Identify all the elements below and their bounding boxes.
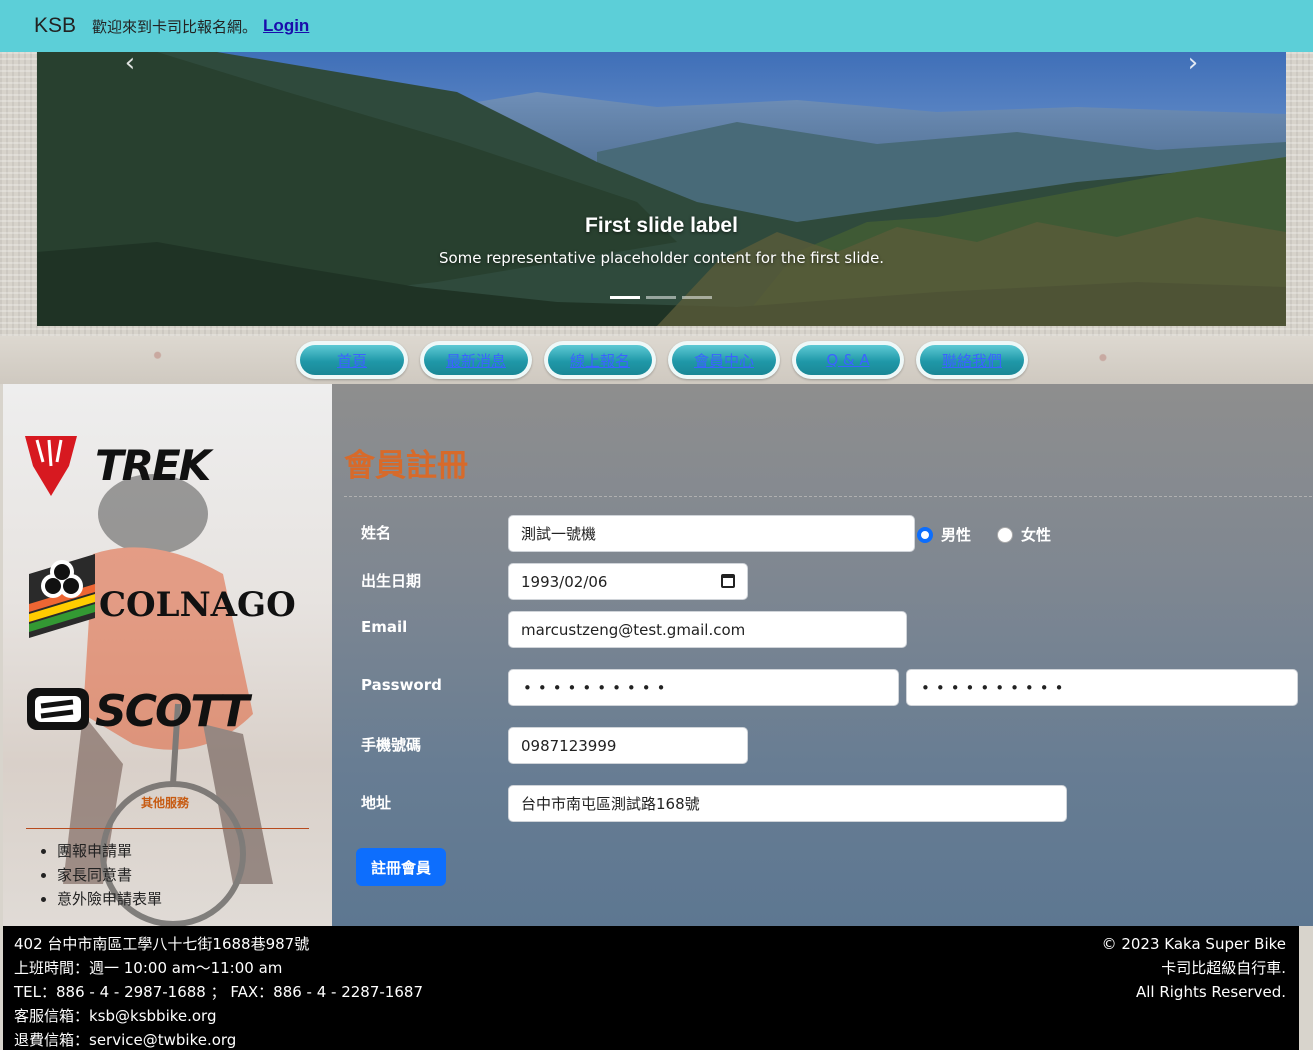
email-input[interactable]: marcustzeng@test.gmail.com (508, 611, 907, 648)
svg-text:COLNAGO: COLNAGO (99, 585, 296, 625)
menu-item-home[interactable]: 首頁 (296, 341, 408, 379)
gender-male-radio[interactable] (917, 526, 933, 543)
password-confirm-input[interactable]: •••••••••• (906, 669, 1298, 706)
other-service-link[interactable]: 家長同意書 (57, 864, 162, 888)
menu-label[interactable]: Q & A (826, 351, 869, 369)
menu-label[interactable]: 線上報名 (570, 350, 630, 371)
gender-male-label[interactable]: 男性 (941, 524, 971, 545)
footer-copyright: © 2023 Kaka Super Bike 卡司比超級自行車. All Rig… (1102, 932, 1286, 1004)
chevron-right-icon: › (1187, 52, 1199, 78)
phone-label: 手機號碼 (361, 736, 422, 754)
name-label: 姓名 (361, 524, 392, 542)
hero-carousel: ‹ › First slide label Some representativ… (37, 52, 1286, 326)
other-service-link[interactable]: 團報申請單 (57, 840, 162, 864)
other-services-list: 團報申請單 家長同意書 意外險申請表單 (57, 840, 162, 912)
gender-radio-group: 男性 女性 (917, 524, 1069, 545)
brand-logo[interactable]: KSB (34, 14, 76, 38)
divider (344, 496, 1312, 497)
birth-label: 出生日期 (361, 572, 422, 590)
gender-female-label[interactable]: 女性 (1021, 524, 1051, 545)
birth-date-input[interactable]: 1993/02/06 (508, 563, 748, 600)
email-label: Email (361, 618, 408, 636)
menu-item-qa[interactable]: Q & A (792, 341, 904, 379)
carousel-indicator[interactable] (682, 296, 712, 299)
divider (26, 828, 309, 829)
login-link[interactable]: Login (263, 16, 309, 36)
welcome-text: 歡迎來到卡司比報名網。 (92, 17, 258, 36)
carousel-prev-button[interactable]: ‹ (115, 52, 145, 76)
menu-item-contact[interactable]: 聯絡我們 (916, 341, 1028, 379)
rights-text: All Rights Reserved. (1135, 983, 1286, 1001)
scott-logo[interactable]: SCOTT (25, 684, 310, 734)
email-value: marcustzeng@test.gmail.com (521, 620, 746, 639)
address-label: 地址 (361, 794, 392, 812)
mountain-landscape-image (37, 52, 1286, 326)
gender-female-radio[interactable] (997, 526, 1014, 543)
copyright-line: © 2023 Kaka Super Bike (1101, 935, 1286, 953)
phone-value: 0987123999 (521, 736, 617, 755)
name-input[interactable]: 測試一號機 (508, 515, 915, 552)
svg-text:SCOTT: SCOTT (95, 686, 252, 734)
footer-phone: TEL：886 - 4 - 2987-1688 ； FAX：886 - 4 - … (14, 983, 423, 1001)
menu-item-news[interactable]: 最新消息 (420, 341, 532, 379)
footer-refund-email: 退費信箱：service@twbike.org (14, 1031, 237, 1049)
password-label: Password (361, 676, 442, 694)
other-services-title: 其他服務 (141, 796, 190, 810)
phone-input[interactable]: 0987123999 (508, 727, 748, 764)
address-value: 台中市南屯區測試路168號 (521, 795, 700, 813)
password-input[interactable]: •••••••••• (508, 669, 899, 706)
password-value: •••••••••• (523, 678, 672, 697)
top-navbar: KSB 歡迎來到卡司比報名網。 Login (0, 0, 1313, 52)
trek-logo[interactable]: TREK (25, 432, 310, 500)
calendar-icon[interactable] (721, 574, 735, 588)
footer: 402 台中市南區工學八十七街1688巷987號 上班時間：週一 10:00 a… (3, 926, 1299, 1050)
carousel-indicators (610, 296, 712, 299)
address-input[interactable]: 台中市南屯區測試路168號 (508, 785, 1067, 822)
menu-label[interactable]: 會員中心 (694, 350, 754, 371)
sidebar: TREK COLNAGO SCOTT 其他服務 團報申請單 家長同意書 意外險申… (3, 384, 332, 926)
carousel-next-button[interactable]: › (1178, 52, 1208, 76)
menu-label[interactable]: 首頁 (337, 350, 367, 371)
main-menu: 首頁 最新消息 線上報名 會員中心 Q & A 聯絡我們 (296, 341, 1028, 379)
menu-label[interactable]: 最新消息 (446, 350, 506, 371)
slide-caption: Some representative placeholder content … (438, 249, 885, 267)
footer-hours: 上班時間：週一 10:00 am～11:00 am (14, 959, 283, 977)
company-name: 卡司比超級自行車. (1161, 959, 1286, 977)
other-service-link[interactable]: 意外險申請表單 (57, 888, 162, 912)
password-confirm-value: •••••••••• (921, 678, 1070, 697)
svg-text:TREK: TREK (95, 441, 215, 490)
carousel-indicator[interactable] (610, 296, 640, 299)
footer-address: 402 台中市南區工學八十七街1688巷987號 (14, 935, 310, 953)
carousel-indicator[interactable] (646, 296, 676, 299)
register-submit-button[interactable]: 註冊會員 (356, 848, 446, 886)
menu-item-register[interactable]: 線上報名 (544, 341, 656, 379)
footer-contact: 402 台中市南區工學八十七街1688巷987號 上班時間：週一 10:00 a… (14, 932, 423, 1050)
name-value: 測試一號機 (521, 525, 597, 543)
birth-date-value: 1993/02/06 (521, 572, 608, 591)
footer-service-email: 客服信箱：ksb@ksbbike.org (14, 1007, 217, 1025)
page-title: 會員註冊 (344, 448, 468, 484)
menu-label[interactable]: 聯絡我們 (942, 350, 1002, 371)
colnago-logo[interactable]: COLNAGO (25, 544, 315, 640)
registration-panel: 會員註冊 姓名 測試一號機 男性 女性 出生日期 1993/02/06 Emai… (332, 384, 1313, 926)
chevron-left-icon: ‹ (124, 52, 136, 78)
slide-title: First slide label (585, 214, 738, 237)
menu-item-member[interactable]: 會員中心 (668, 341, 780, 379)
